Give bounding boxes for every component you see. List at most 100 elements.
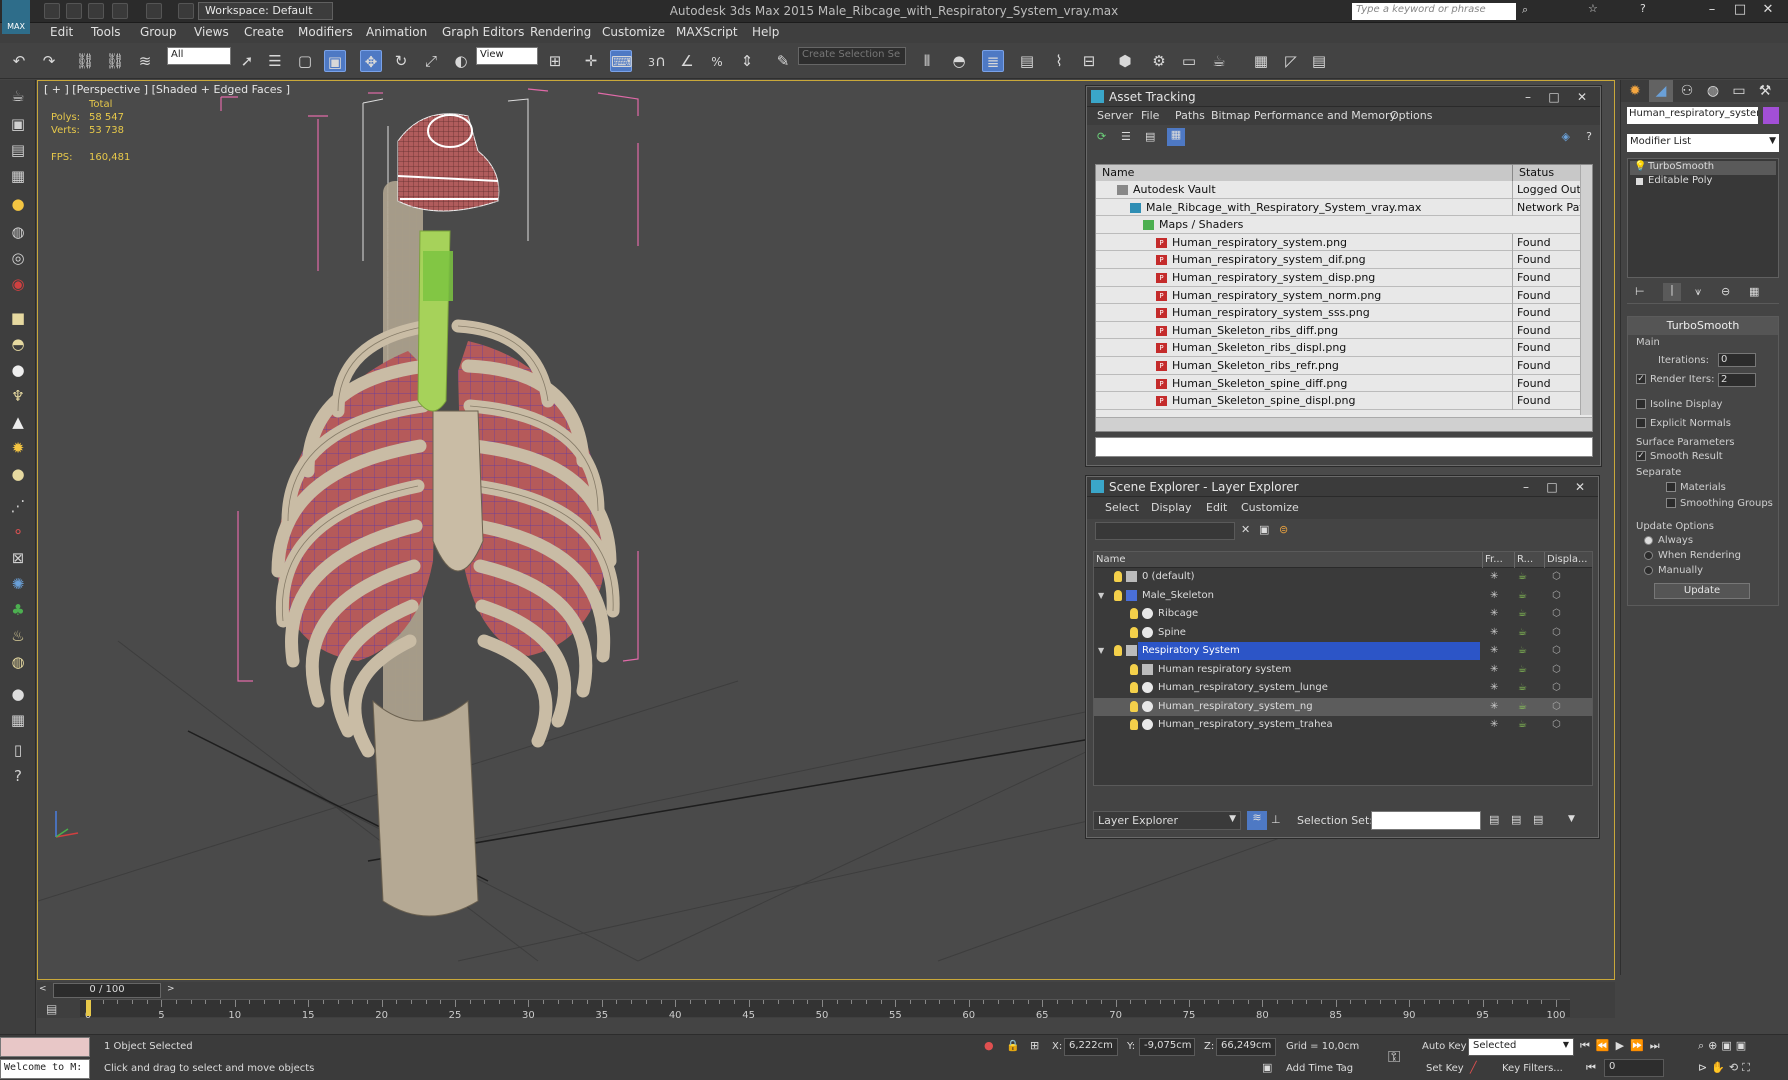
- layer-row[interactable]: Spine ✳ ☕ ⬡: [1094, 624, 1592, 643]
- close-window-icon[interactable]: ✕: [1756, 2, 1780, 20]
- y-coordinate-field[interactable]: -9,075cm: [1139, 1038, 1195, 1056]
- renderable-teapot-icon[interactable]: ☕: [1518, 716, 1527, 735]
- object-color-swatch[interactable]: [1763, 107, 1779, 124]
- menu-create[interactable]: Create: [244, 25, 284, 39]
- container-icon[interactable]: ◉: [6, 272, 30, 296]
- asset-row[interactable]: Male_Ribcage_with_Respiratory_System_vra…: [1096, 198, 1592, 217]
- select-and-rotate-icon[interactable]: ↻: [390, 50, 412, 72]
- freeze-icon[interactable]: ✳: [1490, 716, 1498, 735]
- spinner-snap-icon[interactable]: ⇕: [736, 50, 758, 72]
- select-and-move-icon[interactable]: ✥: [360, 50, 382, 72]
- motion-tab-icon[interactable]: ◍: [1701, 80, 1725, 102]
- favorites-star-icon[interactable]: ☆: [1588, 2, 1598, 15]
- key-filters-button[interactable]: Key Filters...: [1502, 1063, 1563, 1074]
- sun-icon[interactable]: ✹: [6, 436, 30, 460]
- se-menu-edit[interactable]: Edit: [1206, 497, 1227, 519]
- expand-toggle-icon[interactable]: ▼: [1098, 642, 1104, 661]
- maximize-icon[interactable]: □: [1544, 89, 1564, 105]
- gear-icon[interactable]: ✺: [6, 572, 30, 596]
- stack-item-editable-poly[interactable]: Editable Poly: [1630, 175, 1776, 189]
- mirror-icon[interactable]: ⫴: [916, 50, 938, 72]
- time-slider[interactable]: 0 / 100: [53, 983, 161, 998]
- freeze-icon[interactable]: ✳: [1490, 661, 1498, 680]
- layer-row[interactable]: ▼ Male_Skeleton ✳ ☕ ⬡: [1094, 587, 1592, 606]
- freeze-icon[interactable]: ✳: [1490, 679, 1498, 698]
- manipulate-icon[interactable]: ✛: [580, 50, 602, 72]
- menu-graph-editors[interactable]: Graph Editors: [442, 25, 524, 39]
- freeze-icon[interactable]: ✳: [1490, 605, 1498, 624]
- at-menu-options[interactable]: Options: [1390, 107, 1432, 125]
- render-setup-icon[interactable]: ⚙: [1148, 50, 1170, 72]
- key-filter-icon[interactable]: ╱: [1470, 1061, 1477, 1074]
- se-menu-select[interactable]: Select: [1105, 497, 1139, 519]
- zoom-extents-icon[interactable]: ▣: [1721, 1039, 1735, 1052]
- menu-customize[interactable]: Customize: [602, 25, 665, 39]
- visibility-bulb-icon[interactable]: [1130, 608, 1138, 619]
- help-icon[interactable]: ?: [1586, 130, 1592, 143]
- scene-search-input[interactable]: [1095, 522, 1235, 540]
- renderable-teapot-icon[interactable]: ☕: [1518, 587, 1527, 606]
- edit-set-icon[interactable]: ▤: [1489, 813, 1499, 826]
- zoom-extents-all-icon[interactable]: ▣: [1736, 1039, 1750, 1052]
- material-ball-icon[interactable]: ●: [6, 682, 30, 706]
- clear-search-icon[interactable]: ✕: [1241, 523, 1250, 536]
- asset-tracking-titlebar[interactable]: Asset Tracking – □ ✕: [1087, 87, 1600, 107]
- menu-help[interactable]: Help: [752, 25, 779, 39]
- col-render[interactable]: R...: [1514, 552, 1533, 568]
- fov-icon[interactable]: ⊳: [1698, 1061, 1711, 1074]
- materials-checkbox[interactable]: [1666, 482, 1676, 492]
- col-name[interactable]: Name: [1096, 552, 1126, 568]
- modify-tab-icon[interactable]: ◢: [1649, 80, 1673, 102]
- display-box-icon[interactable]: ⬡: [1552, 642, 1561, 661]
- create-tab-icon[interactable]: ✹: [1623, 80, 1647, 102]
- asset-row[interactable]: Autodesk Vault Logged Out ...: [1096, 181, 1592, 199]
- percent-snap-icon[interactable]: %: [706, 50, 728, 72]
- visibility-bulb-icon[interactable]: [1114, 589, 1122, 601]
- list-view-icon[interactable]: ☰: [1121, 130, 1131, 143]
- cone-icon[interactable]: ▲: [6, 410, 30, 434]
- smoothing-groups-checkbox[interactable]: [1666, 498, 1676, 508]
- close-icon[interactable]: ✕: [1572, 89, 1592, 105]
- menu-maxscript[interactable]: MAXScript: [676, 25, 738, 39]
- layer-row[interactable]: Human_respiratory_system_lunge ✳ ☕ ⬡: [1094, 679, 1592, 698]
- display-box-icon[interactable]: ⬡: [1552, 568, 1561, 587]
- asset-row[interactable]: P Human_respiratory_system_sss.png Found: [1096, 304, 1592, 322]
- object-name-field[interactable]: Human_respiratory_system_r: [1627, 107, 1758, 124]
- lock-selection-icon[interactable]: 🔒: [1006, 1039, 1020, 1052]
- asset-path-field[interactable]: [1095, 437, 1593, 457]
- box-icon[interactable]: ■: [6, 306, 30, 330]
- menu-modifiers[interactable]: Modifiers: [298, 25, 353, 39]
- render-iters-checkbox[interactable]: ✓: [1636, 374, 1646, 384]
- se-menu-customize[interactable]: Customize: [1241, 497, 1299, 519]
- window-crossing-icon[interactable]: ▣: [324, 50, 346, 72]
- zoom-all-icon[interactable]: ⊕: [1708, 1039, 1721, 1052]
- reference-coordinate-dropdown[interactable]: View: [476, 47, 538, 65]
- asset-row[interactable]: P Human_respiratory_system_disp.png Found: [1096, 268, 1592, 287]
- help-circle-icon[interactable]: ?: [6, 764, 30, 788]
- hierarchy-mode-icon[interactable]: ⊥: [1271, 813, 1281, 826]
- select-and-scale-icon[interactable]: ⤢: [420, 50, 442, 72]
- material-editor-icon[interactable]: ⬢: [1114, 50, 1136, 72]
- freeze-icon[interactable]: ✳: [1490, 698, 1498, 717]
- when-rendering-radio[interactable]: [1644, 550, 1653, 560]
- show-end-result-icon[interactable]: |: [1663, 283, 1681, 301]
- hair-fur-icon[interactable]: ♨: [6, 624, 30, 648]
- maxscript-listener[interactable]: [0, 1037, 90, 1057]
- close-icon[interactable]: ✕: [1570, 479, 1590, 495]
- time-tag-icon[interactable]: ▣: [1262, 1061, 1272, 1074]
- sphere-gold-icon[interactable]: ●: [6, 462, 30, 486]
- prev-key-icon[interactable]: ⏪: [1596, 1039, 1616, 1052]
- render-production-icon[interactable]: ☕: [1208, 50, 1230, 72]
- asset-row[interactable]: P Human_Skeleton_ribs_refr.png Found: [1096, 356, 1592, 375]
- app-menu-button[interactable]: MAX: [2, 0, 30, 34]
- layer-row[interactable]: Ribcage ✳ ☕ ⬡: [1094, 605, 1592, 624]
- refresh-icon[interactable]: ⟳: [1097, 130, 1106, 143]
- selection-filter-dropdown[interactable]: All: [167, 47, 231, 65]
- space-warp-icon[interactable]: ⊠: [6, 546, 30, 570]
- doc-icon[interactable]: ▯: [6, 738, 30, 762]
- col-freeze[interactable]: Fr...: [1482, 552, 1503, 568]
- stack-item-turbosmooth[interactable]: 💡 TurboSmooth: [1630, 161, 1776, 175]
- undo-icon[interactable]: ↶: [8, 50, 30, 72]
- track-bar-icon[interactable]: ▤: [46, 1002, 57, 1016]
- minimize-icon[interactable]: –: [1516, 479, 1536, 495]
